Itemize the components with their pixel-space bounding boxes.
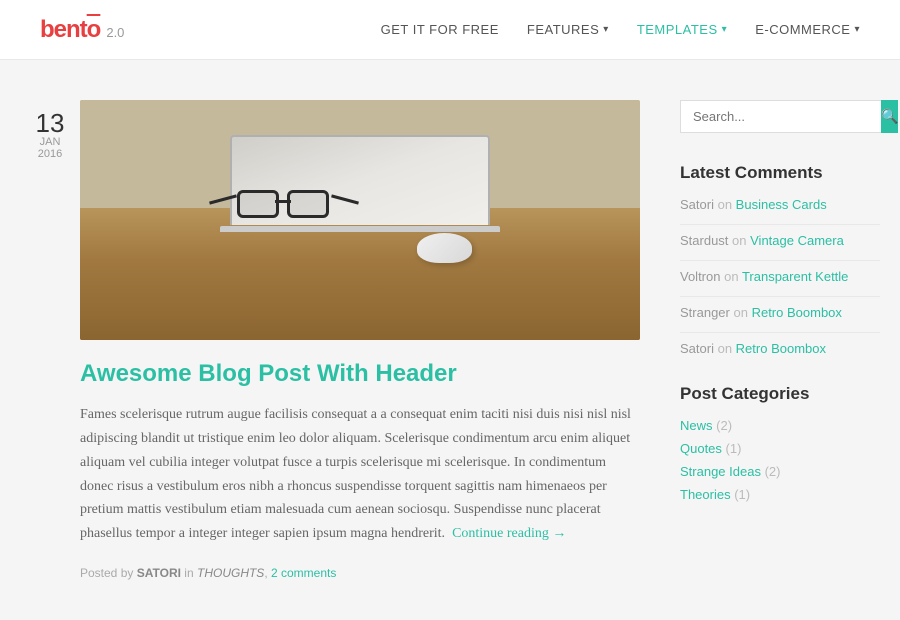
logo-text: bento xyxy=(40,16,100,44)
post-hero-image xyxy=(80,100,640,340)
nav-templates[interactable]: TEMPLATES ▾ xyxy=(637,22,727,37)
search-button[interactable]: 🔍 xyxy=(881,100,898,133)
category-item: Strange Ideas (2) xyxy=(680,464,880,479)
read-more-link[interactable]: Continue reading → xyxy=(452,526,566,541)
divider xyxy=(680,296,880,297)
comment-post-link[interactable]: Retro Boombox xyxy=(752,305,842,320)
comment-item: Voltron on Transparent Kettle xyxy=(680,269,880,284)
nav-ecommerce[interactable]: E-COMMERCE ▾ xyxy=(755,22,860,37)
comment-post-link[interactable]: Vintage Camera xyxy=(750,233,844,248)
main-wrapper: 13 JAN 2016 xyxy=(0,60,900,620)
latest-comments-heading: Latest Comments xyxy=(680,163,880,183)
post-body-text: Fames scelerisque rutrum augue facilisis… xyxy=(80,403,640,546)
post-date-day: 13 xyxy=(20,110,80,136)
laptop-scene xyxy=(80,100,640,340)
mouse xyxy=(417,233,472,263)
post-date-year: 2016 xyxy=(20,148,80,160)
latest-comments-section: Latest Comments Satori on Business Cards… xyxy=(680,163,880,356)
category-link[interactable]: News xyxy=(680,418,713,433)
commenter-name: Stardust xyxy=(680,233,728,248)
commenter-name: Satori xyxy=(680,197,714,212)
comment-post-link[interactable]: Transparent Kettle xyxy=(742,269,848,284)
divider xyxy=(680,224,880,225)
chevron-down-icon: ▾ xyxy=(603,24,609,35)
category-item: Quotes (1) xyxy=(680,441,880,456)
category-link[interactable]: Strange Ideas xyxy=(680,464,761,479)
post-categories-heading: Post Categories xyxy=(680,384,880,404)
category-link[interactable]: Theories xyxy=(680,487,731,502)
post-footer: Posted by SATORI in THOUGHTS, 2 comments xyxy=(80,566,640,580)
category-count: (1) xyxy=(726,441,742,456)
laptop-body xyxy=(220,226,500,232)
post-body: Awesome Blog Post With Header Fames scel… xyxy=(80,100,640,580)
header: bento 2.0 GET IT FOR FREE FEATURES ▾ TEM… xyxy=(0,0,900,60)
glass-right-lens xyxy=(287,190,329,218)
post-date-col: 13 JAN 2016 xyxy=(20,100,80,580)
commenter-name: Voltron xyxy=(680,269,720,284)
comment-item: Satori on Retro Boombox xyxy=(680,341,880,356)
post-categories-section: Post Categories News (2) Quotes (1) Stra… xyxy=(680,384,880,502)
post-date-month: JAN xyxy=(20,136,80,148)
chevron-down-icon: ▾ xyxy=(722,24,728,35)
chevron-down-icon: ▾ xyxy=(854,24,860,35)
category-count: (2) xyxy=(765,464,781,479)
logo: bento 2.0 xyxy=(40,16,124,44)
main-nav: GET IT FOR FREE FEATURES ▾ TEMPLATES ▾ E… xyxy=(381,22,860,37)
comment-item: Satori on Business Cards xyxy=(680,197,880,212)
nav-get-it-free[interactable]: GET IT FOR FREE xyxy=(381,22,499,37)
search-input[interactable] xyxy=(680,100,881,133)
post-comments-link[interactable]: 2 comments xyxy=(271,566,336,580)
comment-item: Stardust on Vintage Camera xyxy=(680,233,880,248)
category-item: News (2) xyxy=(680,418,880,433)
sidebar: 🔍 Latest Comments Satori on Business Car… xyxy=(680,100,880,580)
divider xyxy=(680,260,880,261)
post-author: SATORI xyxy=(137,566,181,580)
search-icon: 🔍 xyxy=(881,108,898,125)
commenter-name: Stranger xyxy=(680,305,730,320)
category-item: Theories (1) xyxy=(680,487,880,502)
post-title: Awesome Blog Post With Header xyxy=(80,358,640,389)
glasses xyxy=(237,190,347,225)
search-box: 🔍 xyxy=(680,100,880,133)
logo-version: 2.0 xyxy=(106,25,124,40)
divider xyxy=(680,332,880,333)
glass-left-lens xyxy=(237,190,279,218)
comment-post-link[interactable]: Retro Boombox xyxy=(736,341,826,356)
post-wrapper: 13 JAN 2016 xyxy=(20,100,640,580)
category-link[interactable]: Quotes xyxy=(680,441,722,456)
content-area: 13 JAN 2016 xyxy=(20,100,640,580)
commenter-name: Satori xyxy=(680,341,714,356)
category-count: (1) xyxy=(734,487,750,502)
category-count: (2) xyxy=(716,418,732,433)
post-category: THOUGHTS xyxy=(197,566,264,580)
nav-features[interactable]: FEATURES ▾ xyxy=(527,22,609,37)
comment-item: Stranger on Retro Boombox xyxy=(680,305,880,320)
comment-post-link[interactable]: Business Cards xyxy=(736,197,827,212)
